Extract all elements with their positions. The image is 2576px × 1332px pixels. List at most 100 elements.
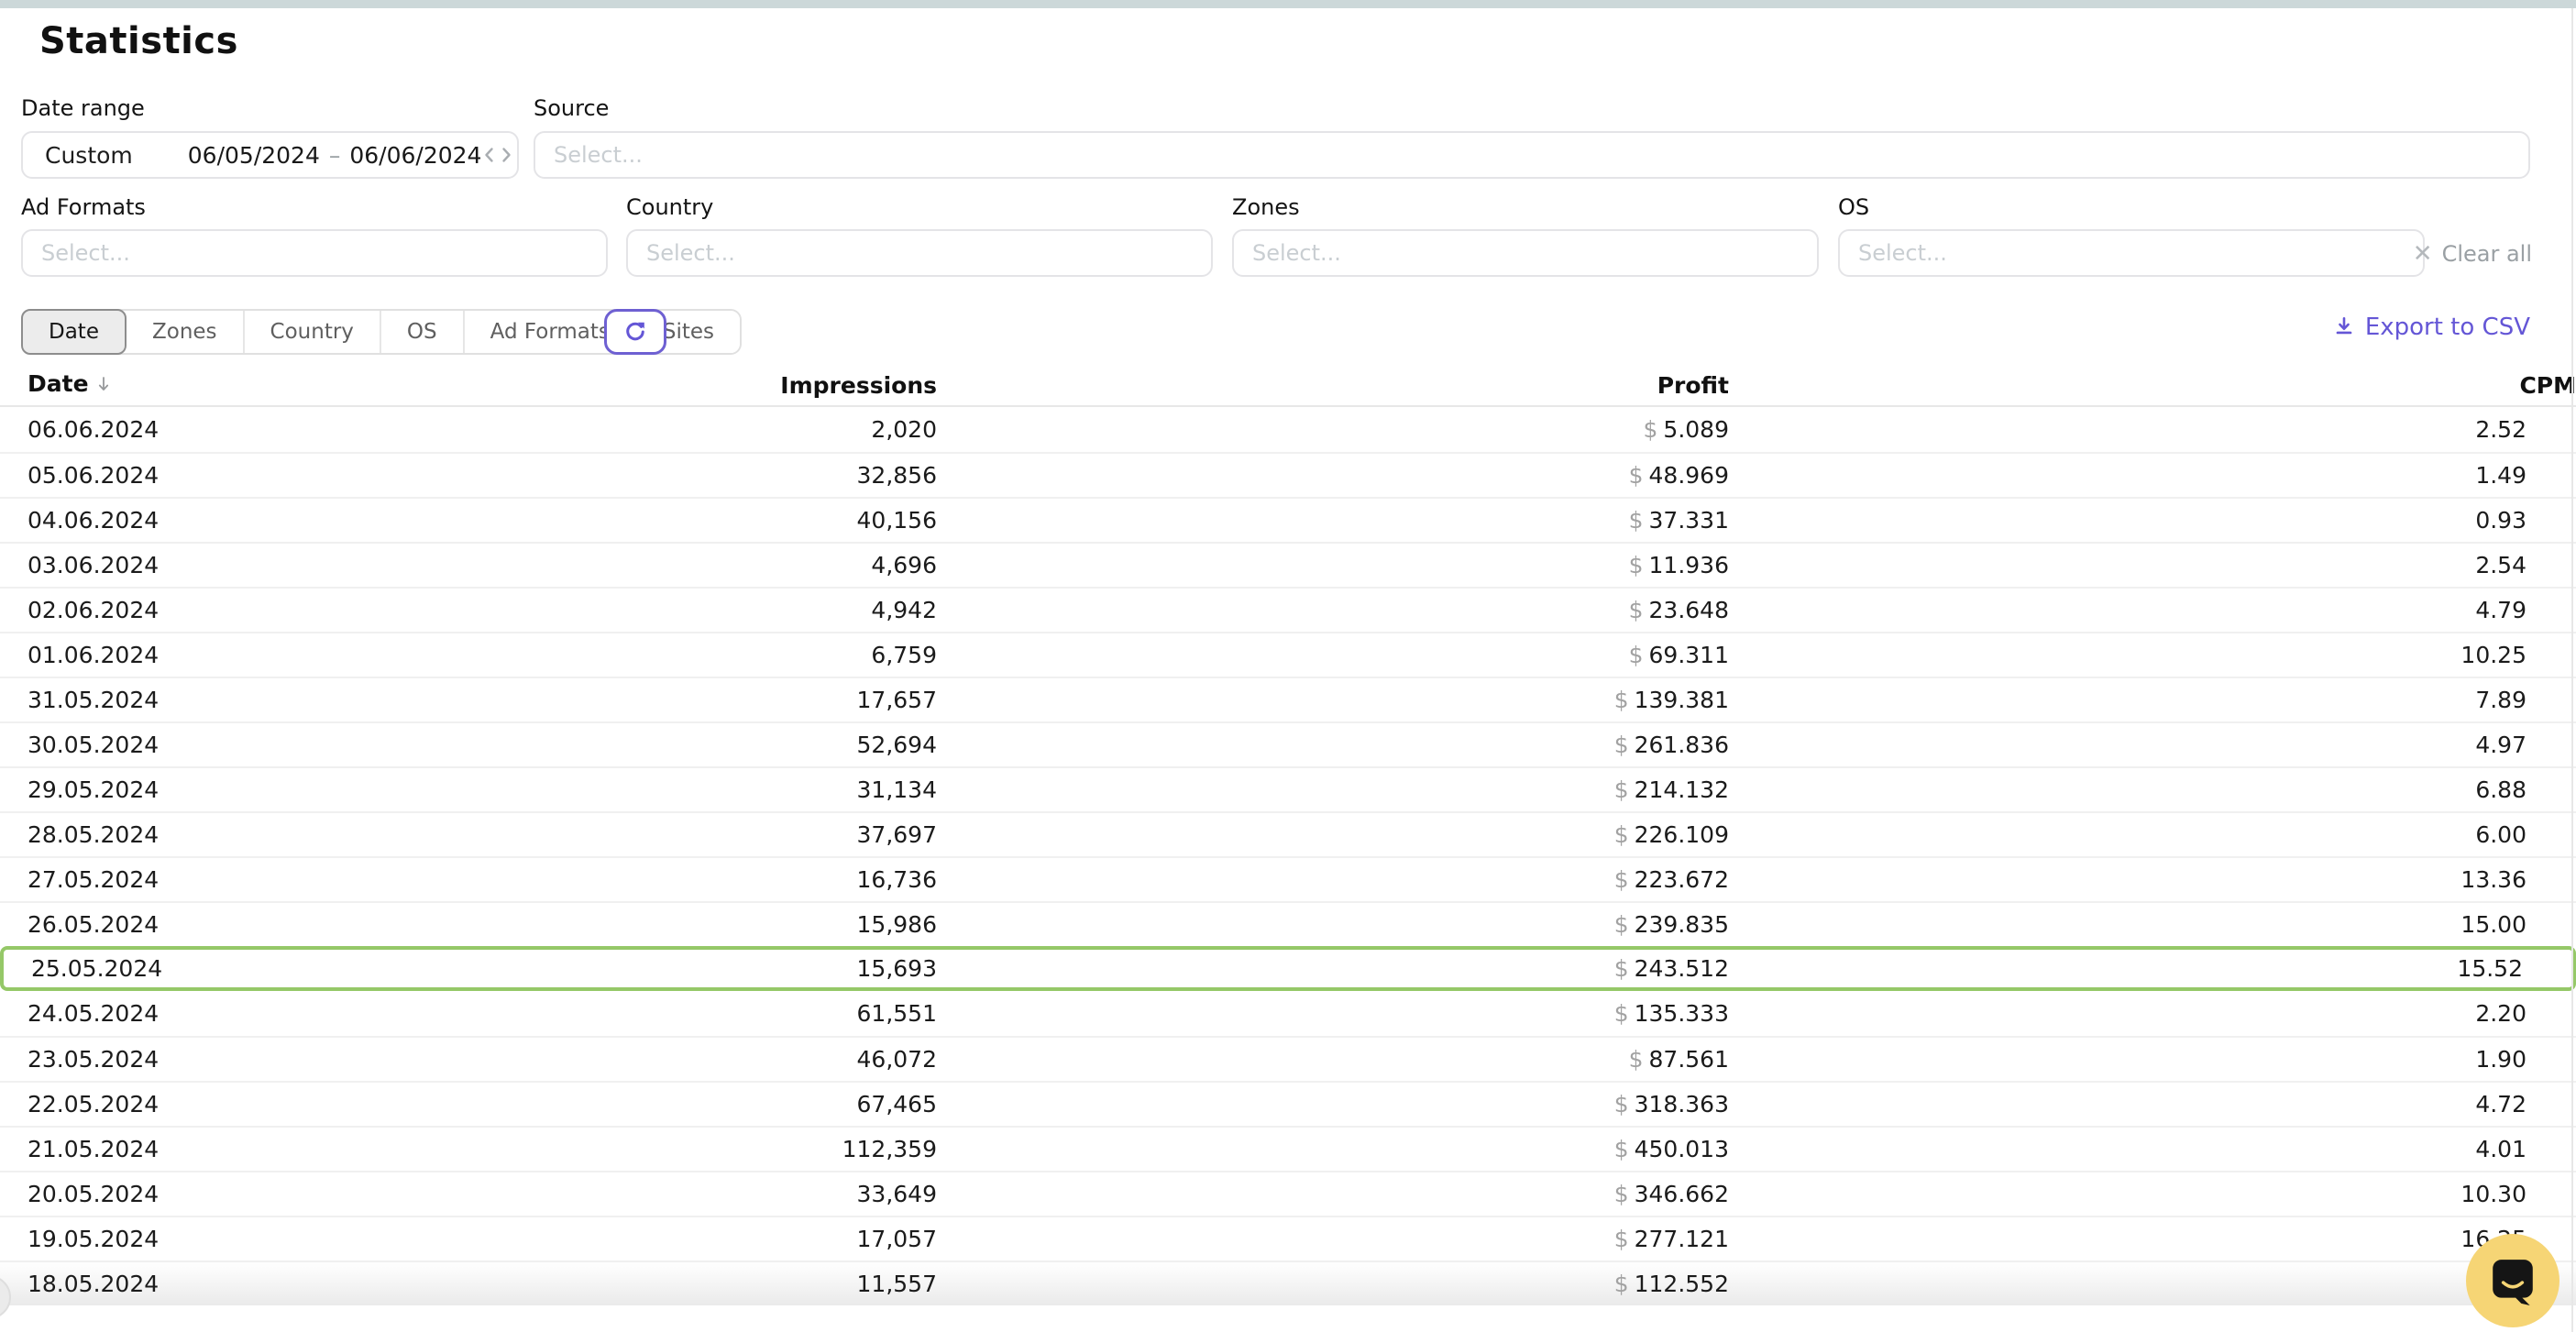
currency-symbol: $ (1614, 732, 1629, 758)
cell-cpm: 2.52 (1729, 407, 2576, 452)
export-csv-button[interactable]: Export to CSV (2332, 314, 2530, 341)
cell-impressions: 4,942 (458, 587, 937, 632)
profit-value: 318.363 (1635, 1091, 1729, 1117)
source-input[interactable] (554, 142, 2510, 168)
tab-country[interactable]: Country (245, 311, 381, 353)
next-period-button[interactable] (498, 137, 514, 173)
prev-period-button[interactable] (481, 137, 498, 173)
profit-value: 346.662 (1635, 1181, 1729, 1207)
table-row[interactable]: 06.06.2024 2,020 $5.089 2.52 (0, 407, 2576, 452)
tab-date[interactable]: Date (21, 309, 127, 355)
date-range-start: 06/05/2024 (188, 142, 320, 169)
export-csv-label: Export to CSV (2365, 314, 2530, 341)
profit-value: 214.132 (1635, 776, 1729, 803)
clear-all-button[interactable]: ✕ Clear all (2413, 240, 2532, 268)
os-input[interactable] (1858, 240, 2405, 266)
currency-symbol: $ (1614, 821, 1629, 848)
table-body: 06.06.2024 2,020 $5.089 2.52 05.06.2024 … (0, 407, 2576, 1305)
cell-date: 18.05.2024 (0, 1260, 458, 1305)
currency-symbol: $ (1614, 955, 1629, 982)
cell-profit: $139.381 (937, 677, 1729, 721)
table-row[interactable]: 20.05.2024 33,649 $346.662 10.30 (0, 1171, 2576, 1216)
column-header-cpm[interactable]: CPM (1729, 365, 2576, 407)
cell-date: 21.05.2024 (0, 1126, 458, 1171)
table-row[interactable]: 22.05.2024 67,465 $318.363 4.72 (0, 1081, 2576, 1126)
currency-symbol: $ (1629, 462, 1644, 489)
cell-cpm: 4.79 (1729, 587, 2576, 632)
cell-profit: $239.835 (937, 901, 1729, 946)
cell-cpm: 1.49 (1729, 452, 2576, 497)
cell-impressions: 40,156 (458, 497, 937, 542)
table-row[interactable]: 31.05.2024 17,657 $139.381 7.89 (0, 677, 2576, 721)
column-header-impressions[interactable]: Impressions (458, 365, 937, 407)
date-range-value[interactable]: 06/05/2024 – 06/06/2024 (188, 142, 482, 169)
table-row[interactable]: 30.05.2024 52,694 $261.836 4.97 (0, 721, 2576, 766)
column-header-profit[interactable]: Profit (937, 365, 1729, 407)
cell-date: 26.05.2024 (0, 901, 458, 946)
table-row[interactable]: 04.06.2024 40,156 $37.331 0.93 (0, 497, 2576, 542)
table-row[interactable]: 24.05.2024 61,551 $135.333 2.20 (0, 991, 2576, 1036)
table-row[interactable]: 19.05.2024 17,057 $277.121 16.25 (0, 1216, 2576, 1260)
table-row[interactable]: 28.05.2024 37,697 $226.109 6.00 (0, 811, 2576, 856)
cell-impressions: 4,696 (458, 542, 937, 587)
cell-profit: $318.363 (937, 1081, 1729, 1126)
os-label: OS (1838, 194, 1869, 220)
cell-date: 28.05.2024 (0, 811, 458, 856)
table-row[interactable]: 03.06.2024 4,696 $11.936 2.54 (0, 542, 2576, 587)
cell-date: 31.05.2024 (0, 677, 458, 721)
country-input[interactable] (646, 240, 1193, 266)
profit-value: 239.835 (1635, 911, 1729, 938)
table-row[interactable]: 29.05.2024 31,134 $214.132 6.88 (0, 766, 2576, 811)
profit-value: 37.331 (1649, 507, 1729, 534)
table-row[interactable]: 26.05.2024 15,986 $239.835 15.00 (0, 901, 2576, 946)
ad-formats-select[interactable] (21, 229, 608, 277)
cell-date: 23.05.2024 (0, 1036, 458, 1081)
date-range-mode[interactable]: Custom (45, 142, 133, 169)
cell-impressions: 37,697 (458, 811, 937, 856)
currency-symbol: $ (1614, 866, 1629, 893)
date-range-end: 06/06/2024 (349, 142, 481, 169)
table-row[interactable]: 05.06.2024 32,856 $48.969 1.49 (0, 452, 2576, 497)
cell-impressions: 112,359 (458, 1126, 937, 1171)
table-row[interactable]: 27.05.2024 16,736 $223.672 13.36 (0, 856, 2576, 901)
table-row[interactable]: 25.05.2024 15,693 $243.512 15.52 (0, 946, 2576, 991)
cell-profit: $450.013 (937, 1126, 1729, 1171)
currency-symbol: $ (1614, 1136, 1629, 1162)
ad-formats-input[interactable] (41, 240, 588, 266)
profit-value: 5.089 (1663, 416, 1729, 443)
cell-impressions: 11,557 (458, 1260, 937, 1305)
cell-profit: $346.662 (937, 1171, 1729, 1216)
currency-symbol: $ (1614, 1226, 1629, 1252)
cell-date: 20.05.2024 (0, 1171, 458, 1216)
column-header-date[interactable]: Date (0, 365, 458, 407)
chat-launcher-button[interactable] (2466, 1234, 2559, 1327)
tab-zones[interactable]: Zones (127, 311, 245, 353)
date-range-label: Date range (21, 95, 145, 121)
refresh-button[interactable] (604, 309, 666, 355)
currency-symbol: $ (1614, 687, 1629, 713)
os-select[interactable] (1838, 229, 2425, 277)
currency-symbol: $ (1644, 416, 1658, 443)
zones-input[interactable] (1252, 240, 1799, 266)
cell-impressions: 46,072 (458, 1036, 937, 1081)
tab-os[interactable]: OS (381, 311, 465, 353)
table-row[interactable]: 18.05.2024 11,557 $112.552 9.74 (0, 1260, 2576, 1305)
sort-arrow-down-icon (94, 373, 113, 400)
source-select[interactable] (534, 131, 2530, 179)
profit-value: 48.969 (1649, 462, 1729, 489)
table-row[interactable]: 23.05.2024 46,072 $87.561 1.90 (0, 1036, 2576, 1081)
cell-impressions: 17,057 (458, 1216, 937, 1260)
table-row[interactable]: 02.06.2024 4,942 $23.648 4.79 (0, 587, 2576, 632)
country-select[interactable] (626, 229, 1213, 277)
table-row[interactable]: 01.06.2024 6,759 $69.311 10.25 (0, 632, 2576, 677)
zones-select[interactable] (1232, 229, 1819, 277)
table-header-row: Date Impressions Profit CPM (0, 365, 2576, 407)
table-row[interactable]: 21.05.2024 112,359 $450.013 4.01 (0, 1126, 2576, 1171)
cell-cpm: 15.00 (1729, 901, 2576, 946)
clear-all-label: Clear all (2442, 241, 2532, 267)
cell-date: 25.05.2024 (0, 946, 458, 991)
cell-date: 06.06.2024 (0, 407, 458, 452)
profit-value: 69.311 (1649, 642, 1729, 668)
profit-value: 87.561 (1649, 1046, 1729, 1073)
date-range-control[interactable]: Custom 06/05/2024 – 06/06/2024 (21, 131, 519, 179)
